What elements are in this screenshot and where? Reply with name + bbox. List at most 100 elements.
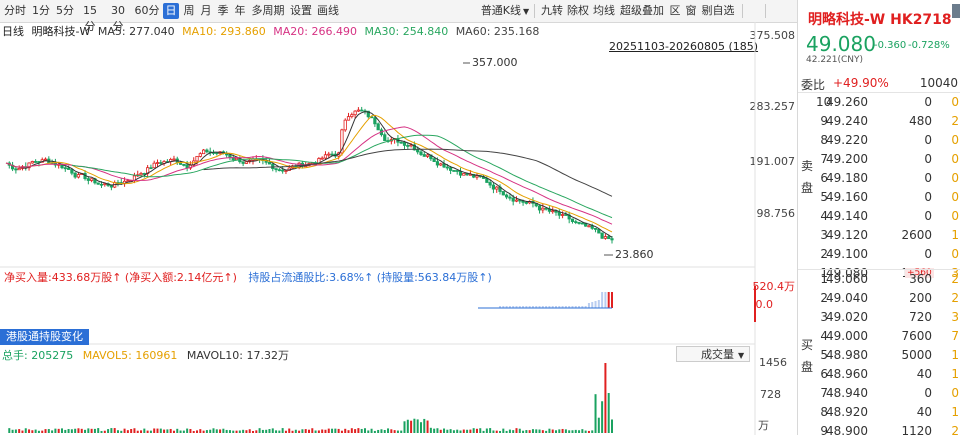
kline-type-select[interactable]: 普通K线 ▼ [480, 3, 530, 19]
stock-title: 明略科技-W HK2718 [808, 12, 952, 28]
orderbook-row[interactable]: 5 49.160 0 0 [798, 190, 960, 209]
orderbook-row[interactable]: 1 49.060 360 2 [798, 272, 960, 291]
candle-body [597, 228, 601, 234]
orderbook-price: 49.240 [826, 114, 868, 128]
candle-body [320, 157, 324, 160]
remove-watchlist-button[interactable]: 剔自选 [700, 3, 736, 19]
candle-body [228, 154, 232, 158]
orderbook-row[interactable]: 3 49.020 720 3 [798, 310, 960, 329]
tab-daily[interactable]: 日 [163, 3, 179, 19]
orderbook-row[interactable]: 5 48.980 5000 1 [798, 348, 960, 367]
tab-monthly[interactable]: 月 [199, 3, 213, 19]
volume-bar [153, 428, 156, 433]
volume-bar [337, 428, 340, 433]
candle-body [458, 171, 463, 176]
volume-bar [215, 429, 218, 433]
nine-turn-button[interactable]: 九转 [540, 3, 564, 19]
volume-bar [331, 428, 334, 433]
candle-body [432, 158, 436, 162]
orderbook-volume: 360 [909, 272, 932, 286]
moving-average-lines [5, 111, 613, 238]
settings-button[interactable]: 设置 [289, 3, 313, 19]
orderbook-row[interactable]: 3 49.120 2600 1 [798, 228, 960, 247]
high-price-annotation: 357.000 [472, 56, 518, 69]
kline-chart-canvas[interactable] [0, 22, 797, 435]
volume-bar [31, 430, 34, 433]
orderbook-row[interactable]: 8 49.220 0 0 [798, 133, 960, 152]
order-ratio-volume: 10040 [919, 76, 958, 90]
volume-bar [84, 429, 87, 433]
flow-bar [611, 292, 613, 308]
orderbook-row[interactable]: 6 48.960 40 1 [798, 367, 960, 386]
candle-body [560, 214, 565, 216]
orderbook-row[interactable]: 4 49.140 0 0 [798, 209, 960, 228]
volume-bar [551, 429, 554, 433]
volume-bar [472, 428, 475, 433]
volume-bar [426, 420, 429, 433]
volume-bar [568, 430, 571, 433]
candle-body [373, 117, 377, 125]
volume-bar [350, 428, 353, 433]
range-button[interactable]: 区 [668, 3, 682, 19]
candle-body [96, 182, 100, 185]
tab-yearly[interactable]: 年 [233, 3, 247, 19]
candle-body [425, 154, 430, 157]
candle-body [537, 205, 542, 211]
tab-5min[interactable]: 5分 [54, 3, 76, 19]
tab-quarterly[interactable]: 季 [216, 3, 230, 19]
tab-intraday[interactable]: 分时 [2, 3, 28, 19]
volume-bar [252, 430, 255, 433]
orderbook-row[interactable]: 8 48.920 40 1 [798, 405, 960, 424]
volume-bar [591, 430, 594, 433]
volume-bar [228, 430, 231, 433]
orderbook-row[interactable]: 7 49.200 0 0 [798, 152, 960, 171]
orderbook-row[interactable]: 7 48.940 0 0 [798, 386, 960, 405]
volume-bar [166, 429, 169, 433]
draw-line-button[interactable]: 画线 [316, 3, 340, 19]
orderbook-volume: 5000 [901, 348, 932, 362]
net-buy-amount: (净买入额:2.14亿元↑) [124, 271, 237, 284]
candle-body [73, 172, 77, 178]
orderbook-row[interactable]: 9 48.900 1120 2 [798, 424, 960, 443]
panel-scrollbar[interactable] [952, 4, 960, 18]
ma60-line [203, 148, 613, 197]
volume-bar [47, 429, 50, 433]
volume-bar [212, 428, 215, 433]
tab-multi-period[interactable]: 多周期 [250, 3, 286, 19]
candle-body [152, 162, 156, 169]
overlay-button[interactable]: 超级叠加 [618, 3, 666, 19]
volume-legend: 总手: 205275 MAVOL5: 160961 MAVOL10: 17.32… [2, 347, 289, 363]
tab-15min[interactable]: 15分 [78, 3, 102, 33]
volume-bar [281, 428, 284, 433]
tab-1min[interactable]: 1分 [30, 3, 52, 19]
ma-button[interactable]: 均线 [592, 3, 616, 19]
ex-rights-button[interactable]: 除权 [566, 3, 590, 19]
volume-bar [508, 429, 511, 433]
volume-bar [37, 430, 40, 433]
volume-indicator-select[interactable]: 成交量 ▼ [676, 346, 750, 362]
orderbook-volume: 0 [924, 95, 932, 109]
tab-weekly[interactable]: 周 [182, 3, 196, 19]
window-button[interactable]: 窗 [684, 3, 698, 19]
orderbook-row[interactable]: 2 49.100 0 0 [798, 247, 960, 266]
orderbook-volume: 0 [924, 133, 932, 147]
tab-60min[interactable]: 60分 [134, 3, 160, 19]
orderbook-row[interactable]: 10 49.260 0 0 [798, 95, 960, 114]
volume-bar [11, 429, 14, 433]
orderbook-count: 1 [951, 405, 959, 419]
hk-connect-holding-button[interactable]: 港股通持股变化 [0, 329, 89, 345]
volume-bar [393, 430, 396, 433]
volume-bar [225, 429, 228, 433]
volume-bar [525, 430, 528, 433]
candle-body [43, 158, 48, 161]
volume-bar [202, 430, 205, 433]
candle-body [445, 166, 449, 169]
orderbook-row[interactable]: 9 49.240 480 2 [798, 114, 960, 133]
tab-30min[interactable]: 30分 [106, 3, 130, 33]
orderbook-row[interactable]: 4 49.000 7600 7 [798, 329, 960, 348]
orderbook-row[interactable]: 6 49.180 0 0 [798, 171, 960, 190]
volume-bar [64, 429, 67, 433]
volume-bar [219, 429, 222, 433]
volume-bar [387, 428, 390, 433]
orderbook-row[interactable]: 2 49.040 200 2 [798, 291, 960, 310]
